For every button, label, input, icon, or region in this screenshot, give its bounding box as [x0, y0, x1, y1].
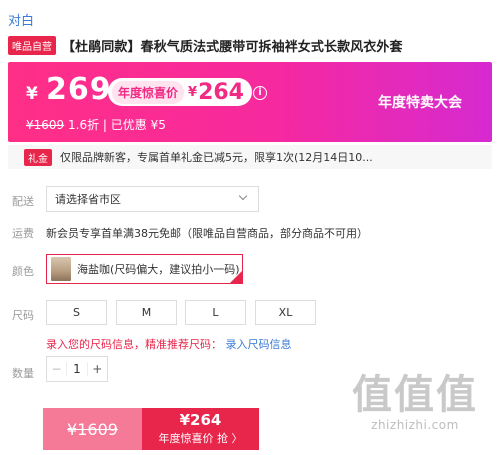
gift-text: 仅限品牌新客，专属首单礼金已减5元，限享1次(12月14日10... [60, 151, 373, 164]
size-option-m[interactable]: M [116, 300, 177, 325]
selected-check-icon [230, 271, 242, 283]
quantity-stepper: − 1 + [46, 356, 108, 382]
promo-event-title: 年度特卖大会 [378, 95, 462, 111]
original-price: ¥1609 [26, 118, 65, 132]
delivery-label: 配送 [12, 195, 34, 208]
color-option-selected[interactable]: 海盐咖(尺码偏大，建议拍小一码) [46, 254, 243, 284]
site-watermark: 值值值 zhizhizhi.com [340, 372, 490, 432]
quantity-decrease-button[interactable]: − [47, 362, 68, 376]
buy-now-price: ¥264 [179, 411, 222, 429]
chevron-down-icon [238, 191, 248, 201]
surprise-price-pill: 年度惊喜价 ¥ 264 [108, 78, 252, 106]
price-banner: ¥ 269 年度惊喜价 ¥ 264 i ¥1609 1.6折 | 已优惠 ¥5 … [8, 62, 492, 142]
brand-name[interactable]: 对白 [8, 10, 34, 29]
shipping-text: 新会员专享首单满38元免邮（限唯品自营商品，部分商品不可用） [46, 227, 368, 240]
info-icon[interactable]: i [253, 86, 267, 100]
color-label: 颜色 [12, 265, 34, 278]
product-title: 【杜鹃同款】春秋气质法式腰带可拆袖袢女式长款风衣外套 [62, 40, 403, 55]
product-title-row: 唯品自营 【杜鹃同款】春秋气质法式腰带可拆袖袢女式长款风衣外套 [8, 36, 496, 55]
watermark-logo: 值值值 [352, 372, 478, 418]
size-hint-row: 录入您的尺码信息，精准推荐尺码： 录入尺码信息 [46, 336, 292, 352]
quantity-label: 数量 [12, 367, 34, 380]
color-thumbnail [51, 257, 71, 281]
gift-tag: 礼金 [24, 148, 52, 166]
price-subline: ¥1609 1.6折 | 已优惠 ¥5 [26, 116, 166, 133]
quantity-value[interactable]: 1 [67, 362, 86, 376]
shipping-label: 运费 [12, 227, 34, 240]
size-option-xl[interactable]: XL [255, 300, 316, 325]
surprise-price-value: 264 [198, 79, 244, 105]
size-option-l[interactable]: L [185, 300, 246, 325]
surprise-price-label: 年度惊喜价 [112, 80, 185, 104]
original-price-button[interactable]: ¥1609 [43, 408, 142, 450]
watermark-text: zhizhizhi.com [371, 418, 459, 432]
discount-text: 1.6折 | 已优惠 ¥5 [68, 118, 166, 132]
size-hint-text: 录入您的尺码信息，精准推荐尺码： [46, 338, 222, 351]
size-option-s[interactable]: S [46, 300, 107, 325]
color-option-label: 海盐咖(尺码偏大，建议拍小一码) [77, 263, 240, 276]
quantity-increase-button[interactable]: + [86, 362, 107, 376]
surprise-price-currency: ¥ [188, 84, 198, 100]
price-currency: ¥ [26, 84, 38, 104]
gift-row[interactable]: 礼金 仅限品牌新客，专属首单礼金已减5元，限享1次(12月14日10... [8, 145, 492, 169]
enter-size-link[interactable]: 录入尺码信息 [226, 338, 292, 351]
address-select[interactable]: 请选择省市区 [46, 186, 259, 212]
original-price-label: ¥1609 [67, 419, 118, 439]
buy-now-label: 年度惊喜价 抢 〉 [158, 432, 243, 445]
buy-now-button[interactable]: ¥264 年度惊喜价 抢 〉 [142, 408, 259, 450]
size-label: 尺码 [12, 309, 34, 322]
address-placeholder: 请选择省市区 [55, 193, 121, 206]
current-price: 269 [46, 72, 112, 107]
self-operated-tag: 唯品自营 [8, 36, 56, 55]
